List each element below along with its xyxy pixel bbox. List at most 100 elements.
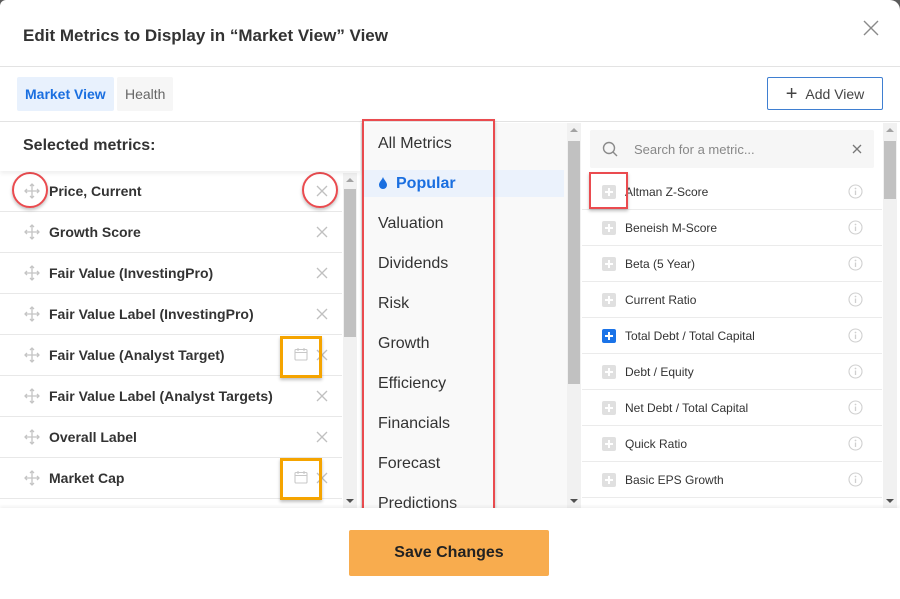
category-forecast[interactable]: Forecast [362,450,564,477]
view-tabs: Market View Health + Add View [0,67,900,122]
drag-handle-icon[interactable] [24,265,40,281]
category-all-metrics[interactable]: All Metrics [362,130,564,157]
drag-handle-icon[interactable] [24,224,40,240]
add-view-button[interactable]: + Add View [767,77,883,110]
selected-metrics-panel: Selected metrics: Price, Current Growth S… [0,123,360,508]
metric-row[interactable]: Quick Ratio [582,426,882,462]
metric-search-input[interactable] [634,139,834,159]
selected-metric-label: Growth Score [49,224,141,240]
add-metric-checkbox[interactable] [602,365,616,379]
drag-handle-icon[interactable] [24,470,40,486]
metric-search [590,130,874,168]
info-icon[interactable] [848,328,863,343]
selected-metric-row[interactable]: Overall Label [0,417,342,458]
metric-label: Basic EPS Growth [625,473,724,487]
clear-search-icon[interactable] [852,144,862,154]
category-list: Predictions Forecast Financials Efficiency G… [361,123,581,512]
remove-metric-icon[interactable] [316,267,328,279]
add-metric-checkbox[interactable] [602,185,616,199]
metric-label: Quick Ratio [625,437,688,451]
selected-metric-row[interactable]: Fair Value (InvestingPro) [0,253,342,294]
drag-handle-icon[interactable] [24,306,40,322]
info-icon[interactable] [848,184,863,199]
selected-metric-row[interactable]: Growth Score [0,212,342,253]
add-metric-checkbox[interactable] [602,293,616,307]
selected-metric-label: Market Cap [49,470,125,486]
remove-metric-icon[interactable] [316,390,328,402]
add-metric-checkbox[interactable] [602,221,616,235]
drag-handle-icon[interactable] [24,388,40,404]
drag-handle-icon[interactable] [24,429,40,445]
metric-row[interactable]: Total Debt / Total Capital [582,318,882,354]
metric-row[interactable]: Altman Z-Score [582,174,882,210]
remove-metric-icon[interactable] [316,349,328,361]
scroll-down-arrow[interactable] [886,499,894,503]
remove-metric-icon[interactable] [316,226,328,238]
metric-label: Beneish M-Score [625,221,718,235]
scroll-down-arrow[interactable] [570,499,578,503]
category-label: Financials [378,415,451,432]
plus-icon: + [785,82,798,105]
remove-metric-icon[interactable] [316,472,328,484]
selected-metric-row[interactable]: Price, Current [0,171,342,212]
selected-metrics-heading: Selected metrics: [0,123,360,171]
scroll-thumb[interactable] [568,141,580,384]
remove-metric-icon[interactable] [316,185,328,197]
info-icon[interactable] [848,292,863,307]
drag-handle-icon[interactable] [24,183,40,199]
info-icon[interactable] [848,472,863,487]
category-scrollbar[interactable] [567,123,581,508]
category-growth[interactable]: Growth [362,330,564,357]
save-changes-button[interactable]: Save Changes [349,530,549,576]
info-icon[interactable] [848,436,863,451]
category-financials[interactable]: Financials [362,410,564,437]
metric-label: Net Debt / Total Capital [625,401,749,415]
scroll-thumb[interactable] [344,189,356,337]
add-metric-checkbox[interactable] [602,257,616,271]
selected-metric-label: Price, Current [49,183,142,199]
add-metric-checkbox[interactable] [602,437,616,451]
remove-metric-icon[interactable] [316,308,328,320]
category-risk[interactable]: Risk [362,290,564,317]
edit-metrics-dialog: Edit Metrics to Display in “Market View”… [0,0,900,599]
scroll-up-arrow[interactable] [570,128,578,132]
metric-row[interactable]: Basic EPS Growth [582,462,882,498]
selected-metrics-scrollbar[interactable] [343,173,357,508]
add-metric-checkbox[interactable] [602,329,616,343]
category-efficiency[interactable]: Efficiency [362,370,564,397]
info-icon[interactable] [848,256,863,271]
info-icon[interactable] [848,364,863,379]
selected-metric-row[interactable]: Fair Value (Analyst Target) [0,335,342,376]
info-icon[interactable] [848,220,863,235]
search-icon [602,141,618,157]
tab-market-view[interactable]: Market View [17,77,114,111]
tab-health[interactable]: Health [117,77,174,111]
selected-metric-label: Fair Value Label (InvestingPro) [49,306,254,322]
selected-metric-row[interactable]: Market Cap [0,458,342,499]
selected-metric-row[interactable]: Fair Value Label (Analyst Targets) [0,376,342,417]
metrics-scrollbar[interactable] [883,123,897,508]
selected-metric-label: Overall Label [49,429,137,445]
metric-row[interactable]: Net Debt / Total Capital [582,390,882,426]
selected-metric-row[interactable]: Fair Value Label (InvestingPro) [0,294,342,335]
calendar-icon[interactable] [294,347,308,361]
scroll-down-arrow[interactable] [346,499,354,503]
close-icon[interactable] [862,19,880,37]
metric-row[interactable]: Beta (5 Year) [582,246,882,282]
remove-metric-icon[interactable] [316,431,328,443]
category-dividends[interactable]: Dividends [362,250,564,277]
category-popular[interactable]: Popular [362,170,564,197]
scroll-thumb[interactable] [884,141,896,199]
scroll-up-arrow[interactable] [346,178,354,182]
selected-metric-label: Fair Value (InvestingPro) [49,265,214,281]
add-metric-checkbox[interactable] [602,401,616,415]
category-valuation[interactable]: Valuation [362,210,564,237]
drag-handle-icon[interactable] [24,347,40,363]
info-icon[interactable] [848,400,863,415]
metric-row[interactable]: Debt / Equity [582,354,882,390]
calendar-icon[interactable] [294,470,308,484]
metric-row[interactable]: Beneish M-Score [582,210,882,246]
scroll-up-arrow[interactable] [886,128,894,132]
metric-row[interactable]: Current Ratio [582,282,882,318]
add-metric-checkbox[interactable] [602,473,616,487]
